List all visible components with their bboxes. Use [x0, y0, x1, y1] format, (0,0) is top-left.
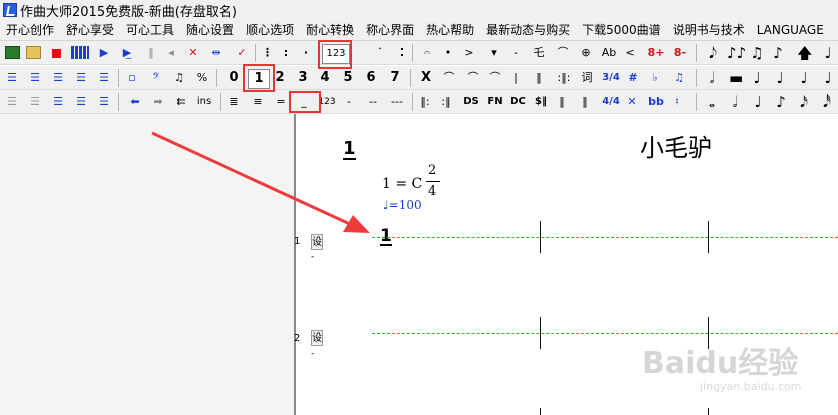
- watermark-logo: Baidu经验: [642, 346, 799, 381]
- watermark-url: jingyan.baidu.com: [700, 380, 802, 393]
